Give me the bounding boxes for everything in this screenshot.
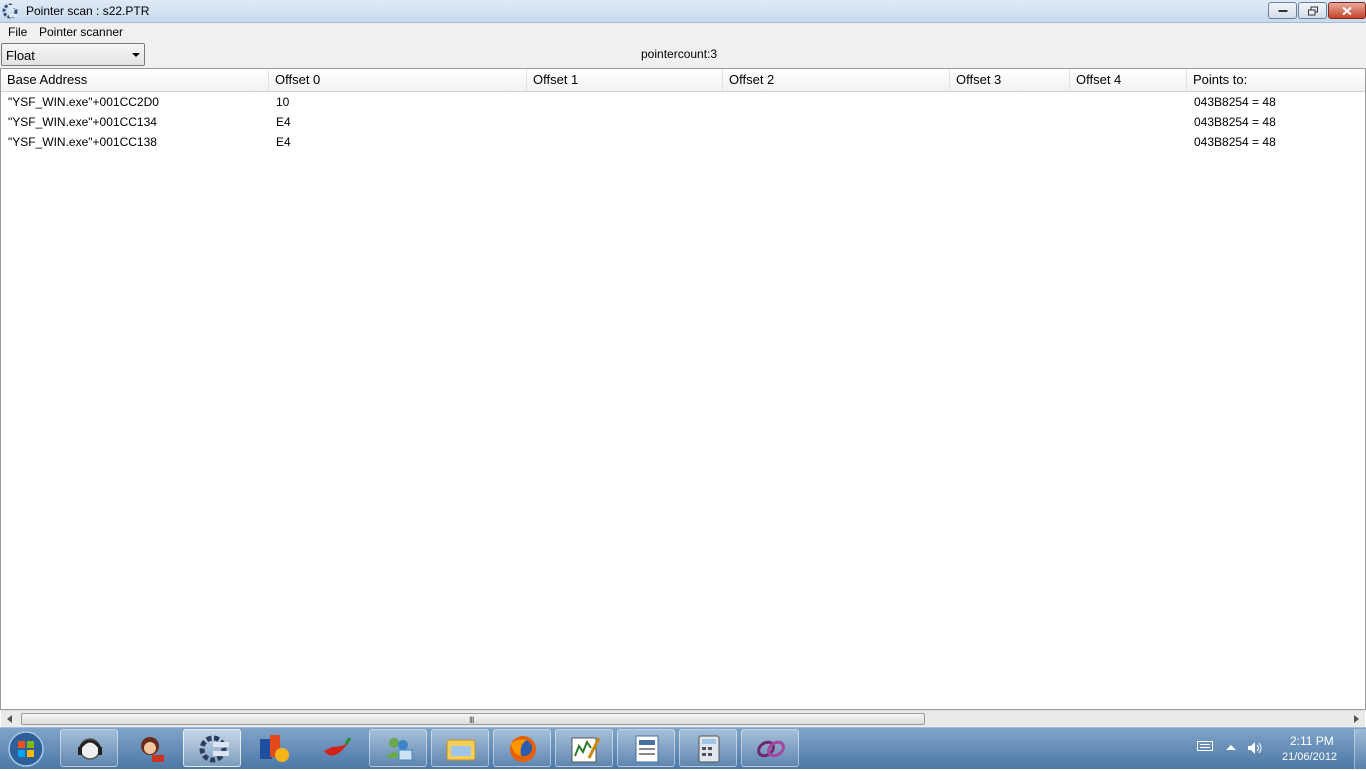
- cell-offset-0: 10: [276, 95, 290, 109]
- clock-date[interactable]: 21/06/2012: [1282, 751, 1337, 763]
- file-explorer-icon: [446, 739, 476, 761]
- restore-button[interactable]: [1298, 2, 1327, 19]
- woman-game-icon: [141, 737, 164, 762]
- column-header-offset-3[interactable]: Offset 3: [950, 69, 1070, 91]
- taskbar-app-game[interactable]: [121, 729, 179, 767]
- menu-bar: File Pointer scanner: [0, 23, 1366, 41]
- table-row[interactable]: "YSF_WIN.exe"+001CC2D0 10 043B8254 = 48: [1, 92, 1365, 112]
- close-icon: [1342, 6, 1352, 15]
- value-type-select[interactable]: Float: [1, 43, 145, 66]
- link-tool-icon: [757, 740, 785, 758]
- calculator-icon: [698, 735, 720, 763]
- windows-start-icon: [8, 731, 44, 767]
- minimize-button[interactable]: [1268, 2, 1297, 19]
- cell-points-to: 043B8254 = 48: [1194, 115, 1276, 129]
- table-row[interactable]: "YSF_WIN.exe"+001CC138 E4 043B8254 = 48: [1, 132, 1365, 152]
- chart-editor-icon: [571, 737, 601, 763]
- value-type-selected: Float: [6, 48, 35, 63]
- restore-icon: [1307, 6, 1318, 15]
- cell-offset-0: E4: [276, 135, 291, 149]
- taskbar-app-calculator[interactable]: [679, 729, 737, 767]
- chevron-down-icon: [132, 53, 140, 57]
- pointer-results-list[interactable]: [0, 68, 1366, 710]
- column-header-offset-1[interactable]: Offset 1: [527, 69, 723, 91]
- taskbar-app-headset[interactable]: [60, 729, 118, 767]
- horizontal-scrollbar[interactable]: III: [1, 710, 1365, 727]
- chili-pepper-icon: [324, 737, 352, 756]
- scroll-right-icon[interactable]: [1354, 715, 1359, 723]
- taskbar-app-chart-editor[interactable]: [555, 729, 613, 767]
- cell-base-address: "YSF_WIN.exe"+001CC2D0: [8, 95, 159, 109]
- column-header-points-to[interactable]: Points to:: [1187, 69, 1365, 91]
- users-network-icon: [386, 738, 413, 761]
- headset-support-icon: [78, 738, 102, 760]
- column-header-offset-2[interactable]: Offset 2: [723, 69, 950, 91]
- cell-base-address: "YSF_WIN.exe"+001CC134: [8, 115, 157, 129]
- show-desktop-button[interactable]: [1354, 729, 1366, 769]
- text-document-icon: [635, 735, 659, 763]
- taskbar: 2:11 PM 21/06/2012: [0, 727, 1366, 769]
- title-bar[interactable]: Pointer scan : s22.PTR: [0, 0, 1366, 23]
- firefox-icon: [510, 736, 536, 762]
- cell-points-to: 043B8254 = 48: [1194, 135, 1276, 149]
- taskbar-app-firefox[interactable]: [493, 729, 551, 767]
- start-button[interactable]: [4, 729, 48, 768]
- cell-base-address: "YSF_WIN.exe"+001CC138: [8, 135, 157, 149]
- cheat-engine-icon: [2, 3, 18, 19]
- column-header-offset-0[interactable]: Offset 0: [269, 69, 527, 91]
- menu-pointer-scanner[interactable]: Pointer scanner: [39, 25, 123, 39]
- cell-offset-0: E4: [276, 115, 291, 129]
- volume-icon[interactable]: [1247, 741, 1263, 755]
- scroll-thumb[interactable]: III: [21, 713, 925, 725]
- taskbar-app-link-tool[interactable]: [741, 729, 799, 767]
- menu-file[interactable]: File: [8, 25, 27, 39]
- cell-offset-3: [950, 92, 1070, 112]
- taskbar-app-cheat-engine[interactable]: [183, 729, 241, 767]
- show-hidden-icons-icon[interactable]: [1226, 744, 1236, 750]
- cheat-engine-icon: [199, 735, 229, 763]
- clock-time[interactable]: 2:11 PM: [1290, 734, 1334, 748]
- cell-offset-1: [527, 92, 723, 112]
- keyboard-icon[interactable]: [1197, 740, 1213, 752]
- column-header-base-address[interactable]: Base Address: [1, 69, 269, 91]
- taskbar-app-users[interactable]: [369, 729, 427, 767]
- cell-offset-2: [723, 132, 950, 152]
- taskbar-app-pepper[interactable]: [307, 729, 365, 767]
- table-row[interactable]: "YSF_WIN.exe"+001CC134 E4 043B8254 = 48: [1, 112, 1365, 132]
- scroll-grip: III: [469, 715, 474, 725]
- cell-offset-1: [527, 112, 723, 132]
- cell-offset-3: [950, 112, 1070, 132]
- media-player-icon: [260, 735, 289, 762]
- list-header: Base Address Offset 0 Offset 1 Offset 2 …: [1, 69, 1365, 92]
- taskbar-app-media[interactable]: [245, 729, 303, 767]
- minimize-icon: [1278, 9, 1287, 12]
- taskbar-app-explorer[interactable]: [431, 729, 489, 767]
- pointer-count-label: pointercount:3: [641, 47, 718, 61]
- cell-offset-2: [723, 92, 950, 112]
- cell-offset-2: [723, 112, 950, 132]
- close-button[interactable]: [1328, 2, 1366, 19]
- cell-offset-3: [950, 132, 1070, 152]
- scroll-left-icon[interactable]: [7, 715, 12, 723]
- cell-points-to: 043B8254 = 48: [1194, 95, 1276, 109]
- taskbar-app-document[interactable]: [617, 729, 675, 767]
- cell-offset-4: [1070, 112, 1187, 132]
- window-title: Pointer scan : s22.PTR: [26, 4, 150, 18]
- cell-offset-4: [1070, 132, 1187, 152]
- cell-offset-4: [1070, 92, 1187, 112]
- column-header-offset-4[interactable]: Offset 4: [1070, 69, 1187, 91]
- cell-offset-1: [527, 132, 723, 152]
